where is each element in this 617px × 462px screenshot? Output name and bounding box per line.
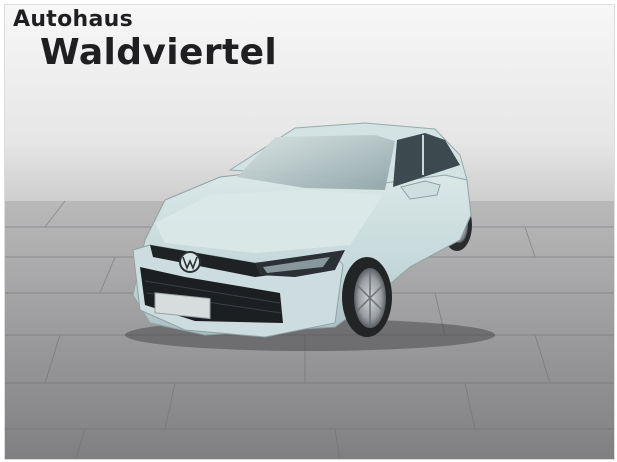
listing-image-frame: Autohaus Waldviertel	[0, 0, 617, 462]
showroom-scene	[5, 5, 614, 459]
logo-line-waldviertel: Waldviertel	[40, 32, 278, 73]
dealer-logo: Autohaus Waldviertel	[13, 9, 277, 71]
car-photo: Autohaus Waldviertel	[4, 4, 615, 460]
logo-line-autohaus: Autohaus	[13, 7, 133, 32]
